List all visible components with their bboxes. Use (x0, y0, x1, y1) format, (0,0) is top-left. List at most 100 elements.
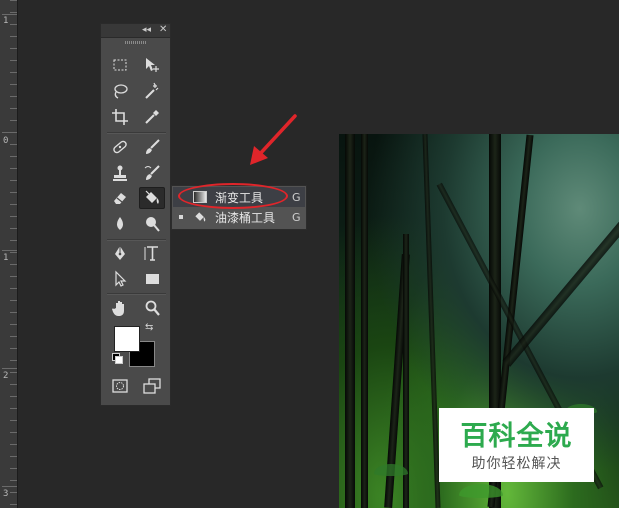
magic-wand-tool[interactable] (139, 80, 165, 102)
magic-wand-icon (145, 82, 159, 99)
active-tool-bullet (179, 215, 183, 219)
ruler-tick (10, 48, 17, 49)
ruler-tick (10, 168, 17, 169)
move-icon (146, 58, 159, 72)
crop-tool[interactable] (107, 106, 133, 128)
paint-bucket-tool[interactable] (139, 187, 165, 209)
rectangular-marquee-tool[interactable] (107, 54, 133, 76)
crop-icon (112, 109, 128, 125)
ruler-tick (10, 24, 17, 25)
ruler-tick (10, 492, 17, 493)
blur-tool[interactable] (107, 213, 133, 235)
tool-separator (107, 239, 166, 241)
pen-icon (115, 246, 125, 260)
ruler-tick (10, 120, 17, 121)
zoom-icon (145, 300, 160, 316)
horizontal-type-tool[interactable] (139, 242, 165, 264)
quick-mask-tool[interactable] (107, 375, 133, 397)
ruler-tick (10, 432, 17, 433)
swap-colors-icon[interactable]: ⇆ (145, 322, 153, 333)
foreground-color-swatch[interactable] (114, 326, 140, 352)
ruler-tick (10, 420, 17, 421)
ruler-number: 1 (3, 253, 9, 263)
ruler-tick (10, 228, 17, 229)
ruler-tick (10, 192, 17, 193)
flyout-item-shortcut: G (292, 210, 301, 224)
lasso-tool[interactable] (107, 80, 133, 102)
history-brush-icon (144, 165, 160, 180)
ruler-major-tick (2, 250, 17, 251)
ruler-major-tick (2, 368, 17, 369)
flyout-item-shortcut: G (292, 190, 301, 204)
eyedropper-tool[interactable] (139, 106, 165, 128)
ruler-tick (10, 444, 17, 445)
pen-tool[interactable] (107, 242, 133, 264)
eraser-icon (114, 193, 126, 204)
ruler-number: 3 (3, 489, 9, 499)
ruler-tick (10, 276, 17, 277)
ruler-number: 0 (3, 136, 9, 146)
eraser-tool[interactable] (107, 187, 133, 209)
ruler-tick (10, 12, 17, 13)
type-icon (144, 246, 158, 261)
ruler-tick (10, 180, 17, 181)
screen-mode-tool[interactable] (139, 375, 165, 397)
brush-icon (146, 139, 160, 154)
history-brush-tool[interactable] (139, 162, 165, 184)
lasso-icon (114, 84, 128, 99)
default-colors-icon[interactable] (112, 353, 123, 364)
close-panel-button[interactable]: ✕ (159, 24, 167, 36)
ruler-number: 2 (3, 371, 9, 381)
ruler-tick (10, 144, 17, 145)
eyedropper-icon (145, 110, 159, 124)
quick-mask-icon (112, 379, 128, 393)
path-selection-tool[interactable] (107, 268, 133, 290)
collapse-panel-button[interactable]: ◂◂ (142, 24, 151, 36)
ruler-tick (10, 372, 17, 373)
ruler-tick (10, 324, 17, 325)
ruler-tick (10, 36, 17, 37)
watermark-subtitle: 助你轻松解决 (471, 456, 562, 472)
hand-tool[interactable] (107, 297, 133, 319)
ruler-major-tick (2, 486, 17, 487)
healing-brush-icon (113, 140, 127, 154)
clone-stamp-tool[interactable] (107, 162, 133, 184)
panel-grip[interactable] (125, 41, 147, 44)
ruler-tick (10, 312, 17, 313)
zoom-tool[interactable] (139, 297, 165, 319)
dodge-tool[interactable] (139, 213, 165, 235)
ruler-tick (10, 204, 17, 205)
blur-drop-icon (117, 217, 123, 230)
dodge-icon (146, 217, 160, 232)
clone-stamp-icon (113, 165, 127, 181)
tools-panel: ◂◂ ✕ ⇆ (100, 23, 171, 406)
ruler-tick (10, 240, 17, 241)
flyout-item-paint-bucket-tool[interactable]: 油漆桶工具 G (173, 207, 305, 227)
ruler-tick (10, 96, 17, 97)
rectangle-tool[interactable] (139, 268, 165, 290)
ruler-tick (10, 264, 17, 265)
brush-tool[interactable] (139, 136, 165, 158)
ruler-number: 1 (3, 16, 9, 26)
ruler-tick (10, 360, 17, 361)
gradient-icon (193, 191, 207, 203)
rectangle-shape-icon (146, 274, 159, 284)
watermark: 百科全说 助你轻松解决 (439, 408, 594, 482)
ruler-tick (10, 396, 17, 397)
tool-separator (107, 293, 166, 295)
ruler-tick (10, 504, 17, 505)
ruler-tick (10, 480, 17, 481)
tools-panel-header[interactable]: ◂◂ ✕ (101, 24, 170, 38)
flyout-item-gradient-tool[interactable]: 渐变工具 G (173, 187, 305, 207)
path-selection-icon (115, 270, 127, 287)
spot-healing-brush-tool[interactable] (107, 136, 133, 158)
ruler-tick (10, 336, 17, 337)
vertical-ruler[interactable]: 1 0 1 2 3 (0, 0, 18, 508)
paint-bucket-icon (195, 212, 206, 222)
ruler-tick (10, 252, 17, 253)
paint-bucket-icon (145, 190, 159, 204)
move-tool[interactable] (139, 54, 165, 76)
tool-flyout-menu: 渐变工具 G 油漆桶工具 G (171, 185, 307, 230)
ruler-tick (10, 84, 17, 85)
flyout-item-label: 渐变工具 (215, 190, 264, 205)
